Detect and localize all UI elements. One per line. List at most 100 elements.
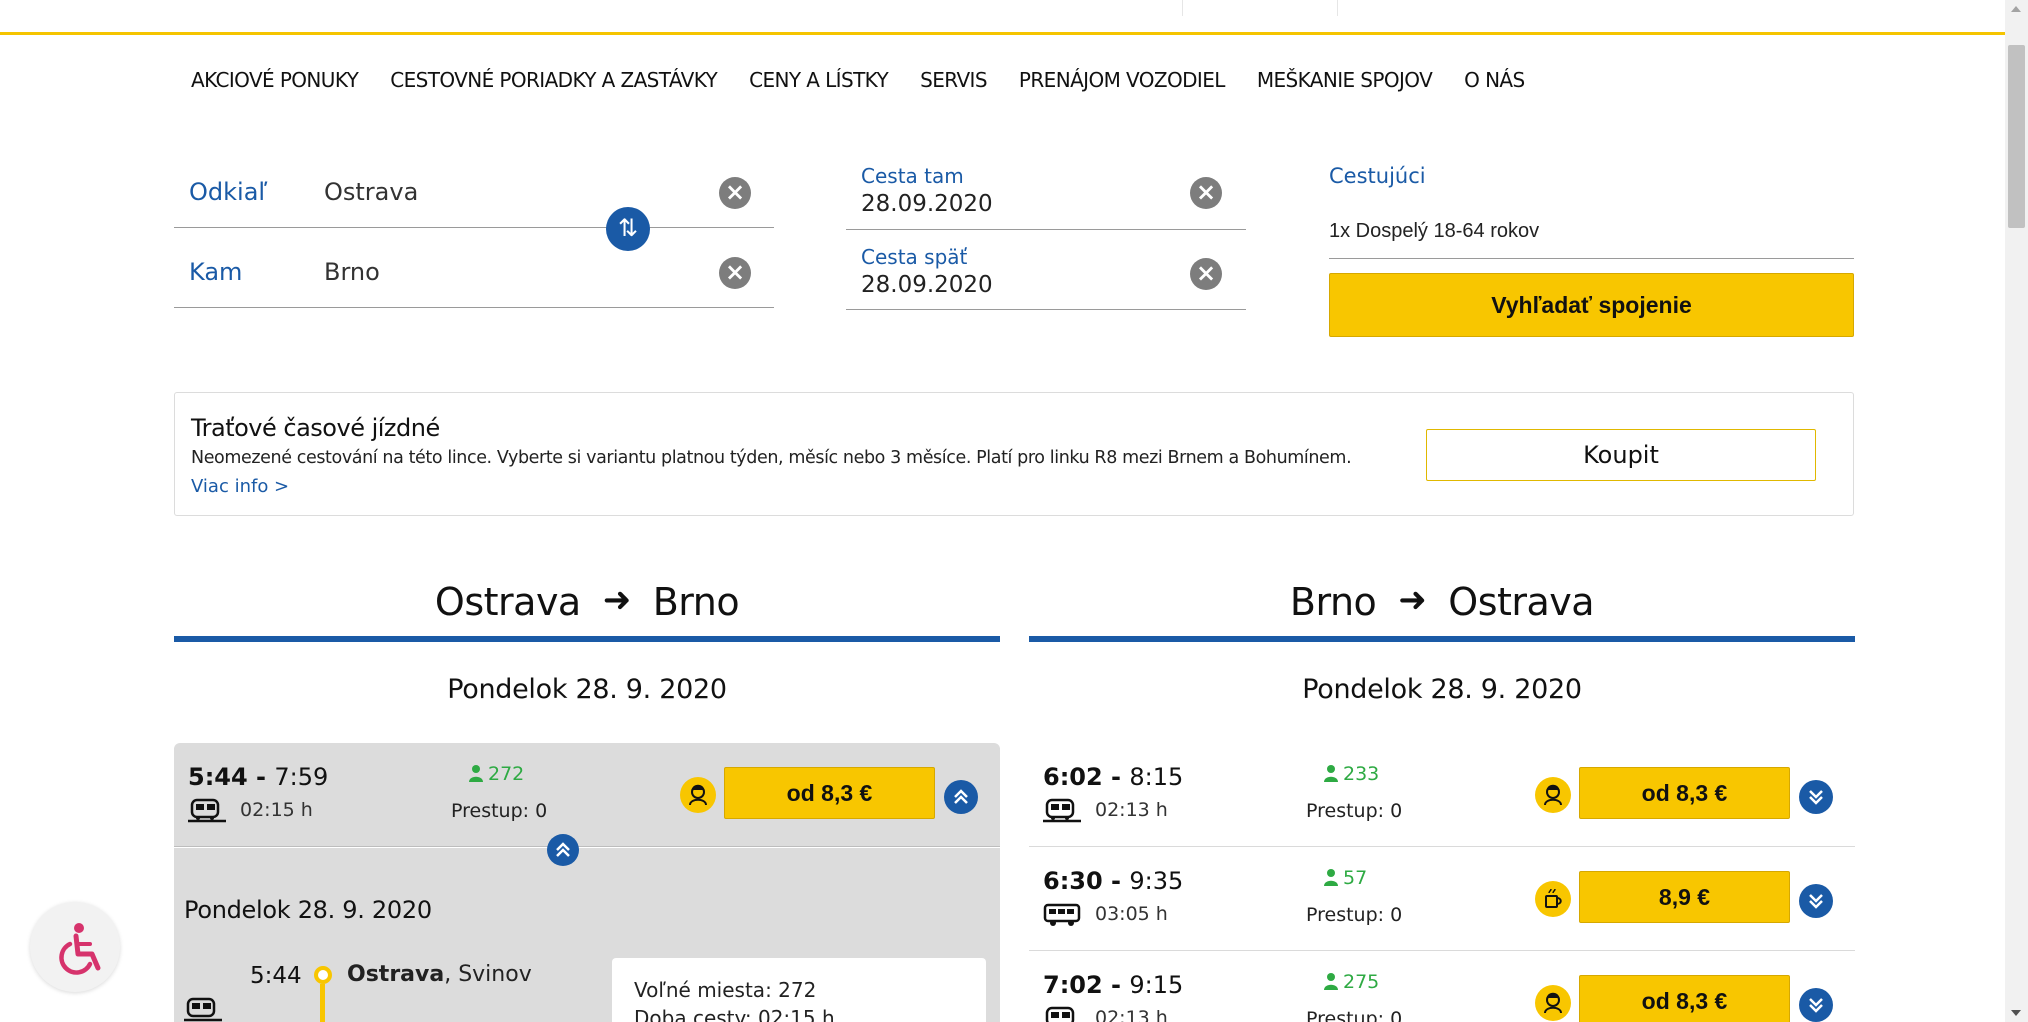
route-line [320,984,325,1022]
price-button[interactable]: od 8,3 € [1579,975,1790,1022]
price-button[interactable]: 8,9 € [1579,871,1790,923]
return-from: Brno [1289,580,1377,624]
arrow-right-icon: ➜ [602,580,632,620]
outbound-route-header: Ostrava ➜ Brno [174,580,1000,642]
train-icon [1045,1006,1075,1022]
outbound-date-field[interactable]: Cesta tam 28.09.2020 × [846,150,1246,230]
swap-direction-icon[interactable]: ⇅ [606,207,650,251]
passengers-value[interactable]: 1x Dospelý 18-64 rokov [1329,220,1539,243]
collapse-chevron-up-icon[interactable] [547,834,579,866]
connection-duration: 02:15 h [240,799,313,821]
person-icon [1324,869,1338,886]
detail-free-seats: Voľné miesta: 272 [634,978,817,1002]
outbound-from: Ostrava [434,580,581,624]
return-date-label: Cesta späť [861,245,968,269]
price-button[interactable]: od 8,3 € [1579,767,1790,819]
connection-row[interactable]: 6:30 - 9:35 03:05 h 57 Prestup: 0 8,9 € [1029,847,1855,951]
outbound-date-label: Cesta tam [861,164,964,188]
connection-times: 6:30 - 9:35 [1043,867,1184,895]
nav-item-delays[interactable]: MEŠKANIE SPOJOV [1257,68,1433,92]
top-bar-divider [1337,0,1338,16]
train-icon [1043,798,1081,823]
accessibility-button[interactable] [30,902,120,992]
nav-item-rental[interactable]: PRENÁJOM VOZODIEL [1019,68,1225,92]
free-seats: 272 [468,763,524,785]
nav-item-service[interactable]: SERVIS [920,68,987,92]
promo-more-info-link[interactable]: Viac info > [191,476,289,497]
person-icon [1324,973,1338,990]
detail-date: Pondelok 28. 9. 2020 [184,896,432,924]
return-column: Brno ➜ Ostrava Pondelok 28. 9. 2020 6:02… [1029,580,1855,1022]
connection-row[interactable]: 6:02 - 8:15 02:13 h 233 Prestup: 0 od 8,… [1029,743,1855,847]
clear-outbound-date-icon[interactable]: × [1190,177,1222,209]
nav-item-prices[interactable]: CENY A LÍSTKY [749,68,889,92]
free-seats: 275 [1323,971,1379,993]
promo-box: Traťové časové jízdné Neomezené cestován… [174,392,1854,516]
top-bar-divider [1182,0,1183,16]
train-icon [188,798,226,823]
from-field[interactable]: Odkiaľ Ostrava × [174,148,774,228]
coffee-icon [1535,881,1571,917]
chevron-down-icon[interactable] [1799,780,1833,814]
scrollbar[interactable] [2005,0,2028,1022]
to-field[interactable]: Kam Brno × [174,228,774,308]
return-route-header: Brno ➜ Ostrava [1029,580,1855,642]
return-to: Ostrava [1448,580,1595,624]
nav-item-about[interactable]: O NÁS [1464,68,1525,92]
passengers-field[interactable]: 1x Dospelý 18-64 rokov [1329,200,1854,259]
price-button[interactable]: od 8,3 € [724,767,935,819]
outbound-date-input[interactable]: 28.09.2020 [861,191,993,217]
from-input[interactable]: Ostrava [324,178,418,206]
main-nav: AKCIOVÉ PONUKY CESTOVNÉ PORIADKY A ZASTÁ… [191,68,1557,92]
scrollbar-thumb[interactable] [2008,45,2025,228]
transfer-count: Prestup: 0 [1306,904,1403,926]
free-seats: 57 [1323,867,1367,889]
clear-return-date-icon[interactable]: × [1190,258,1222,290]
stop-marker [314,966,332,984]
chevron-up-icon[interactable] [944,780,978,814]
promo-description: Neomezené cestování na této lince. Vyber… [191,448,1352,468]
promo-buy-button[interactable]: Koupit [1426,429,1816,481]
scroll-down-arrow-icon[interactable] [2011,1010,2021,1016]
transfer-count: Prestup: 0 [1306,800,1403,822]
arrow-right-icon: ➜ [1398,580,1427,620]
to-input[interactable]: Brno [324,258,380,286]
connection-times: 6:02 - 8:15 [1043,763,1184,791]
steward-icon [680,777,716,813]
wheelchair-icon [59,923,101,975]
connection-duration: 02:13 h [1095,799,1168,821]
connection-row[interactable]: 5:44 - 7:59 02:15 h 272 Prestup: 0 od 8,… [174,743,1000,847]
to-label: Kam [189,258,243,286]
bus-icon [1043,903,1081,926]
return-date-input[interactable]: 28.09.2020 [861,272,993,298]
person-icon [1324,765,1338,782]
transfer-count: Prestup: 0 [451,800,548,822]
outbound-day-title: Pondelok 28. 9. 2020 [447,674,727,705]
nav-item-offers[interactable]: AKCIOVÉ PONUKY [191,68,359,92]
search-button[interactable]: Vyhľadať spojenie [1329,273,1854,337]
steward-icon [1535,777,1571,813]
passengers-label: Cestujúci [1329,164,1426,188]
detail-departure-time: 5:44 [250,963,302,989]
chevron-down-icon[interactable] [1799,884,1833,918]
outbound-column: Ostrava ➜ Brno Pondelok 28. 9. 2020 5:44… [174,580,1000,847]
connection-duration: 03:05 h [1095,903,1168,925]
detail-station: Ostrava, Svinov [347,962,532,987]
train-icon [184,997,222,1022]
scroll-up-arrow-icon[interactable] [2011,6,2021,12]
promo-title: Traťové časové jízdné [191,414,440,442]
detail-travel-time: Doba cesty: 02:15 h [634,1006,835,1022]
connection-row[interactable]: 7:02 - 9:15 02:13 h 275 Prestup: 0 od 8,… [1029,951,1855,1022]
return-date-field[interactable]: Cesta späť 28.09.2020 × [846,230,1246,310]
clear-to-icon[interactable]: × [719,257,751,289]
top-bar [0,0,2005,35]
chevron-down-icon[interactable] [1799,988,1833,1022]
transfer-count: Prestup: 0 [1306,1008,1403,1022]
nav-item-timetables[interactable]: CESTOVNÉ PORIADKY A ZASTÁVKY [390,68,717,92]
detail-info-card: Voľné miesta: 272 Doba cesty: 02:15 h [612,958,986,1022]
steward-icon [1535,985,1571,1021]
clear-from-icon[interactable]: × [719,177,751,209]
connection-times: 7:02 - 9:15 [1043,971,1184,999]
connection-duration: 02:13 h [1095,1007,1168,1022]
return-day-title: Pondelok 28. 9. 2020 [1302,674,1582,705]
